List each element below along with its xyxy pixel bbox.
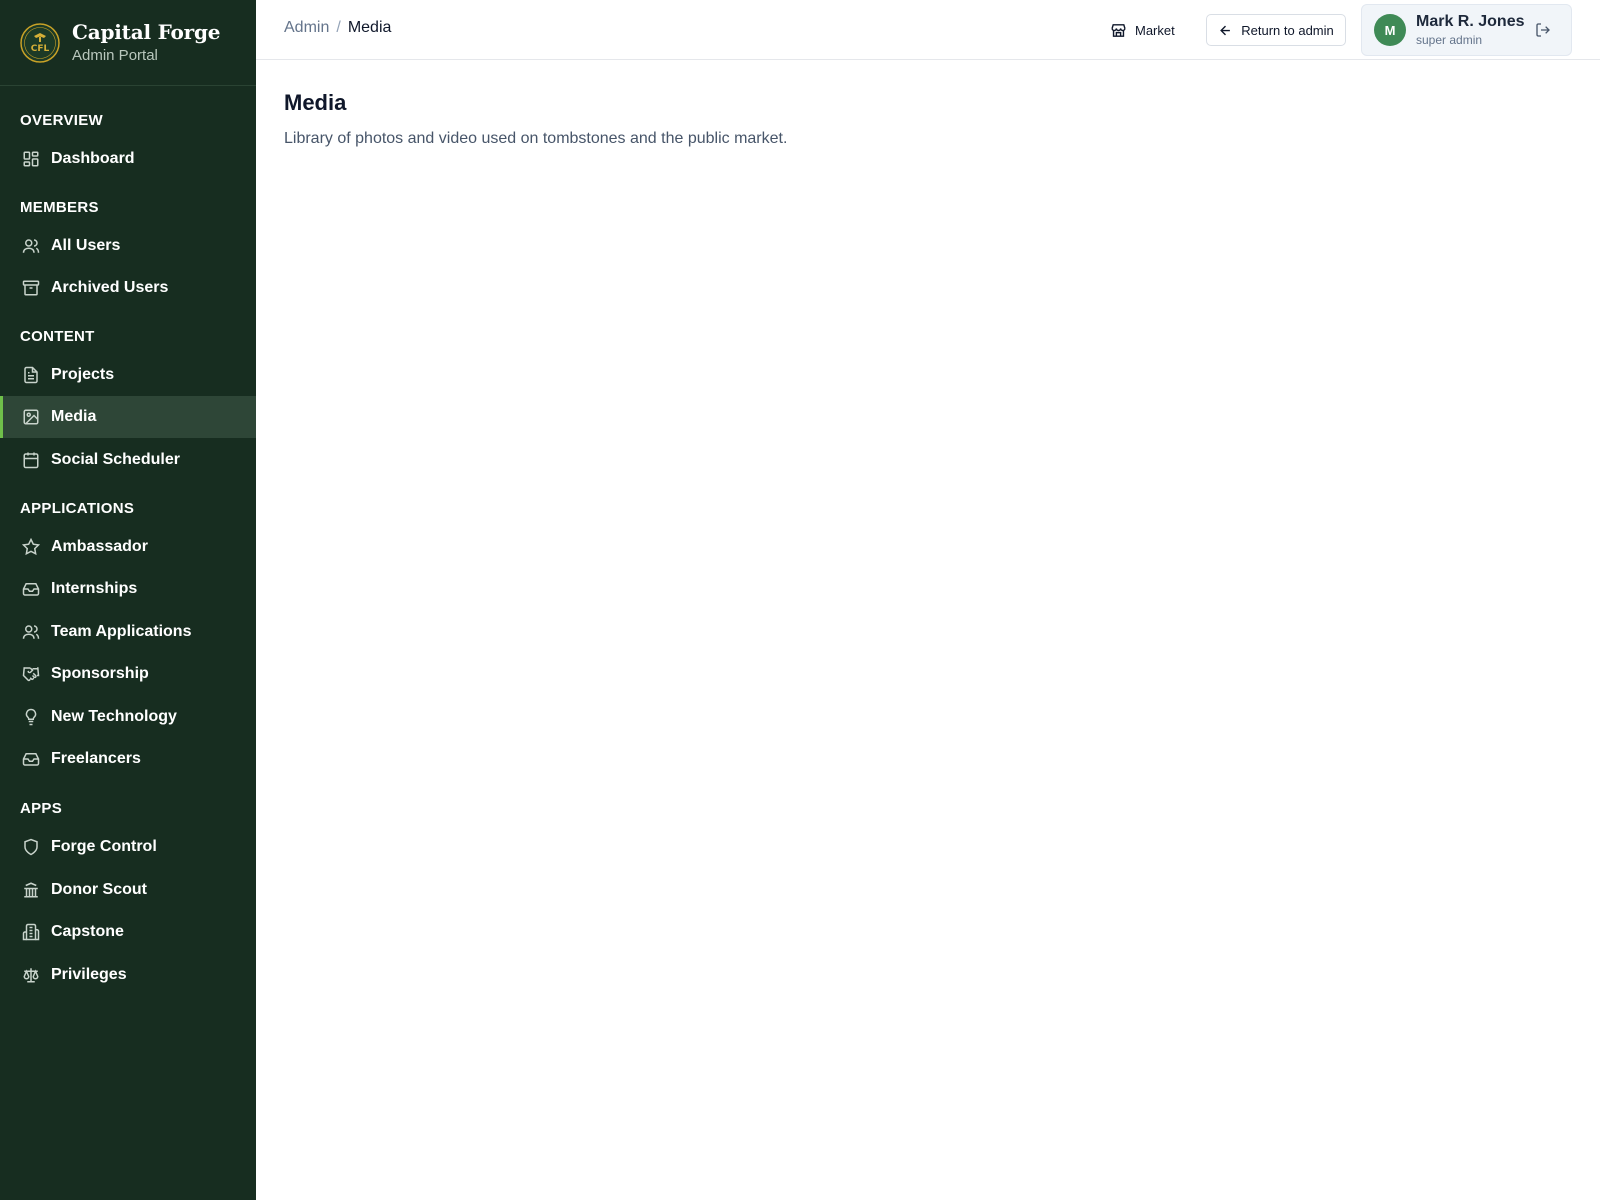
sidebar-item-social-scheduler[interactable]: Social Scheduler [0,439,256,481]
section-title-apps: APPS [20,800,63,817]
sidebar-item-archived-users[interactable]: Archived Users [0,267,256,309]
arrow-left-icon [1220,25,1231,35]
calendar-icon [22,451,40,469]
sidebar-item-dashboard[interactable]: Dashboard [0,138,256,180]
logout-icon[interactable] [1535,22,1553,40]
sidebar-item-label: All Users [51,237,121,254]
sidebar-item-label: Social Scheduler [51,451,180,468]
market-label: Market [1135,22,1175,38]
sidebar-item-projects[interactable]: Projects [0,354,256,396]
section-title-applications: APPLICATIONS [20,500,135,517]
building-icon [22,923,40,941]
sidebar-item-label: Capstone [51,923,124,940]
section-title-members: MEMBERS [20,199,99,216]
page-title: Media [284,90,347,115]
brand-name: Capital Forge [72,19,221,44]
users-icon [22,623,40,641]
lightbulb-icon [22,708,40,726]
sidebar-item-all-users[interactable]: All Users [0,225,256,267]
sidebar-item-privileges[interactable]: Privileges [0,954,256,996]
sidebar-item-donor-scout[interactable]: Donor Scout [0,869,256,911]
user-menu[interactable]: M Mark R. Jones super admin [1361,4,1572,56]
store-icon [1111,23,1126,37]
sidebar-item-sponsorship[interactable]: Sponsorship [0,653,256,695]
brand-subtitle: Admin Portal [72,46,158,64]
dashboard-icon [22,150,40,168]
user-name: Mark R. Jones [1416,13,1525,30]
avatar: M [1374,14,1406,46]
topbar: Admin / Media Market Return to admin M M… [256,0,1600,60]
inbox-icon [22,750,40,768]
breadcrumb-current: Media [347,19,392,36]
sidebar-item-new-technology[interactable]: New Technology [0,696,256,738]
sidebar-item-label: Internships [51,580,138,597]
sidebar-item-label: Projects [51,366,115,383]
sidebar-item-capstone[interactable]: Capstone [0,911,256,953]
sidebar-item-internships[interactable]: Internships [0,568,256,610]
sidebar-item-label: Privileges [51,966,127,983]
scale-icon [22,966,40,984]
breadcrumb-separator: / [336,19,341,36]
sidebar-item-label: Archived Users [51,279,169,296]
brand[interactable]: CFL Capital Forge Admin Portal [0,0,256,86]
page-description: Library of photos and video used on tomb… [284,130,788,147]
sidebar-item-label: Team Applications [51,623,192,640]
user-role: super admin [1416,33,1483,47]
svg-text:CFL: CFL [31,44,50,54]
sidebar: CFL Capital Forge Admin Portal OVERVIEW … [0,0,256,1200]
users-icon [22,237,40,255]
sidebar-item-label: Sponsorship [51,665,149,682]
sidebar-item-label: Forge Control [51,838,157,855]
main-content: Media Library of photos and video used o… [256,60,1600,1200]
sidebar-item-freelancers[interactable]: Freelancers [0,738,256,780]
return-to-admin-button[interactable]: Return to admin [1206,14,1346,46]
sidebar-item-label: Freelancers [51,750,141,767]
shield-icon [22,838,40,856]
market-button[interactable]: Market [1110,17,1175,43]
image-icon [22,408,40,426]
file-text-icon [22,366,40,384]
sidebar-item-team-applications[interactable]: Team Applications [0,611,256,653]
section-title-overview: OVERVIEW [20,112,103,129]
breadcrumb: Admin / Media [284,19,391,37]
sidebar-item-ambassador[interactable]: Ambassador [0,526,256,568]
inbox-icon [22,580,40,598]
section-title-content: CONTENT [20,328,95,345]
return-label: Return to admin [1241,22,1334,38]
sidebar-item-label: Donor Scout [51,881,147,898]
sidebar-item-label: Media [51,408,97,425]
capital-forge-logo: CFL [20,22,60,63]
sidebar-item-label: Ambassador [51,538,148,555]
sidebar-item-media[interactable]: Media [0,396,256,438]
archive-icon [22,279,40,297]
handshake-icon [22,665,40,683]
sidebar-item-label: Dashboard [51,150,135,167]
star-icon [22,538,40,556]
breadcrumb-admin-link[interactable]: Admin [284,19,329,37]
sidebar-item-label: New Technology [51,708,177,725]
sidebar-item-forge-control[interactable]: Forge Control [0,826,256,868]
bank-icon [22,881,40,899]
